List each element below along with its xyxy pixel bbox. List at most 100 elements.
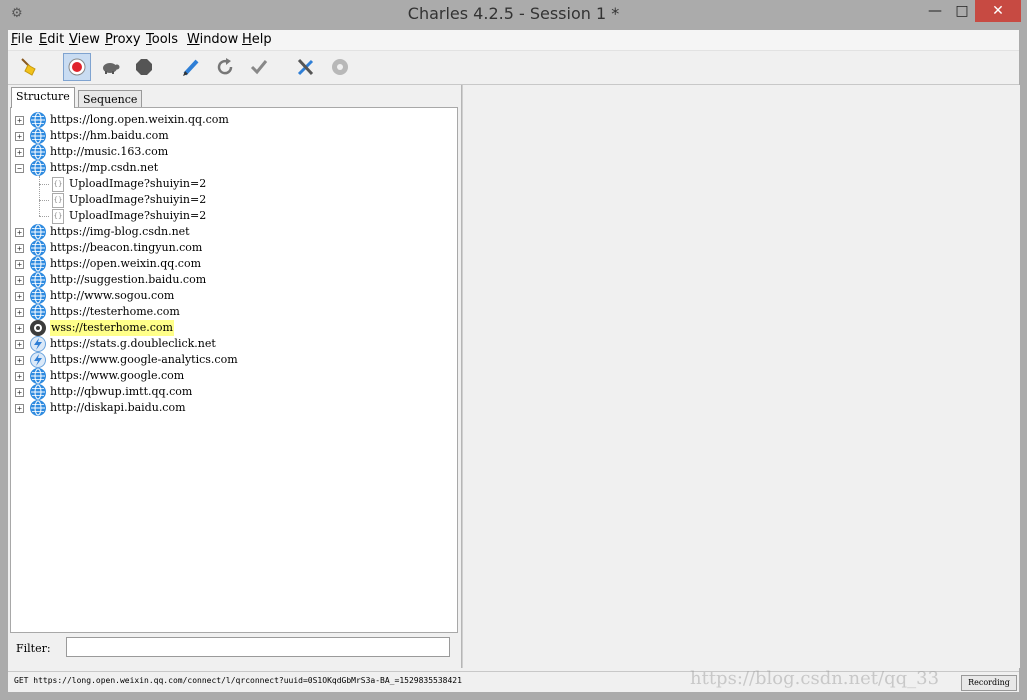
host-label: https://beacon.tingyun.com (50, 241, 203, 254)
expand-toggle-icon[interactable]: + (15, 324, 24, 333)
collapse-toggle-icon[interactable]: − (15, 164, 24, 173)
watermark: https://blog.csdn.net/qq_33 (690, 668, 940, 689)
menu-help[interactable]: Help (242, 32, 272, 47)
host-label: http://music.163.com (50, 145, 169, 158)
host-label: wss://testerhome.com (50, 320, 174, 336)
filter-label: Filter: (16, 642, 51, 655)
record-icon (68, 58, 86, 76)
host-label: https://www.google-analytics.com (50, 353, 238, 366)
menu-view[interactable]: View (69, 32, 100, 47)
tools-button[interactable] (293, 54, 319, 80)
tab-sequence[interactable]: Sequence (78, 90, 143, 108)
settings-button[interactable] (327, 54, 353, 80)
compose-button[interactable] (178, 54, 204, 80)
app-window: File Edit View Proxy Tools Window Help S… (8, 30, 1020, 692)
globe-icon (30, 272, 46, 288)
globe-icon (30, 384, 46, 400)
recording-status-button[interactable]: Recording (961, 675, 1017, 691)
host-row[interactable]: + http://music.163.com (11, 144, 451, 160)
record-button[interactable] (63, 53, 91, 81)
lightning-icon (30, 352, 46, 368)
request-row[interactable]: {} UploadImage?shuiyin=2 (11, 176, 451, 192)
tab-structure[interactable]: Structure (11, 87, 75, 108)
validate-button[interactable] (246, 54, 272, 80)
host-label: https://stats.g.doubleclick.net (50, 337, 216, 350)
globe-icon (30, 144, 46, 160)
close-button[interactable]: ✕ (975, 0, 1021, 22)
menu-file[interactable]: File (11, 32, 33, 47)
tree-connector (39, 200, 49, 201)
host-row[interactable]: + http://suggestion.baidu.com (11, 272, 451, 288)
clear-session-button[interactable] (16, 54, 42, 80)
expand-toggle-icon[interactable]: + (15, 388, 24, 397)
expand-toggle-icon[interactable]: + (15, 340, 24, 349)
validate-check-icon (250, 60, 268, 75)
expand-toggle-icon[interactable]: + (15, 308, 24, 317)
host-row[interactable]: + https://long.open.weixin.qq.com (11, 112, 451, 128)
expand-toggle-icon[interactable]: + (15, 132, 24, 141)
host-row[interactable]: + http://diskapi.baidu.com (11, 400, 451, 416)
throttle-button[interactable] (97, 54, 123, 80)
host-row[interactable]: + wss://testerhome.com (11, 320, 451, 336)
request-row[interactable]: {} UploadImage?shuiyin=2 (11, 208, 451, 224)
host-label: https://testerhome.com (50, 305, 180, 318)
host-row[interactable]: + https://beacon.tingyun.com (11, 240, 451, 256)
repeat-button[interactable] (212, 54, 238, 80)
title-bar: ⚙ Charles 4.2.5 - Session 1 * — □ ✕ (0, 0, 1027, 30)
expand-toggle-icon[interactable]: + (15, 116, 24, 125)
expand-toggle-icon[interactable]: + (15, 148, 24, 157)
expand-toggle-icon[interactable]: + (15, 356, 24, 365)
tools-icon (297, 58, 314, 76)
expand-toggle-icon[interactable]: + (15, 228, 24, 237)
menu-window[interactable]: Window (187, 32, 238, 47)
document-icon: {} (52, 209, 64, 224)
menu-edit[interactable]: Edit (39, 32, 64, 47)
expand-toggle-icon[interactable]: + (15, 276, 24, 285)
expand-toggle-icon[interactable]: + (15, 372, 24, 381)
host-row[interactable]: − https://mp.csdn.net (11, 160, 451, 176)
status-request-text: GET https://long.open.weixin.qq.com/conn… (14, 676, 462, 685)
document-icon: {} (52, 177, 64, 192)
tree-connector (39, 176, 40, 216)
host-row[interactable]: + https://open.weixin.qq.com (11, 256, 451, 272)
host-row[interactable]: + https://img-blog.csdn.net (11, 224, 451, 240)
menu-proxy[interactable]: Proxy (105, 32, 141, 47)
websocket-icon (30, 320, 46, 336)
host-label: http://suggestion.baidu.com (50, 273, 207, 286)
host-row[interactable]: + http://qbwup.imtt.qq.com (11, 384, 451, 400)
breakpoints-button[interactable] (131, 54, 157, 80)
host-row[interactable]: + https://hm.baidu.com (11, 128, 451, 144)
host-label: http://diskapi.baidu.com (50, 401, 186, 414)
host-label: https://open.weixin.qq.com (50, 257, 202, 270)
request-row[interactable]: {} UploadImage?shuiyin=2 (11, 192, 451, 208)
compose-pen-icon (183, 59, 199, 76)
menu-bar: File Edit View Proxy Tools Window Help (8, 30, 1019, 51)
expand-toggle-icon[interactable]: + (15, 244, 24, 253)
globe-icon (30, 240, 46, 256)
globe-icon (30, 224, 46, 240)
minimize-button[interactable]: — (920, 0, 950, 22)
expand-toggle-icon[interactable]: + (15, 292, 24, 301)
breakpoint-stop-icon (136, 59, 152, 75)
menu-tools[interactable]: Tools (146, 32, 178, 47)
throttle-turtle-icon (103, 63, 120, 74)
lightning-icon (30, 336, 46, 352)
host-row[interactable]: + http://www.sogou.com (11, 288, 451, 304)
expand-toggle-icon[interactable]: + (15, 260, 24, 269)
host-label: https://img-blog.csdn.net (50, 225, 190, 238)
expand-toggle-icon[interactable]: + (15, 404, 24, 413)
detail-pane (462, 85, 1020, 668)
host-row[interactable]: + https://www.google-analytics.com (11, 352, 451, 368)
host-label: https://hm.baidu.com (50, 129, 169, 142)
filter-input[interactable] (66, 637, 450, 657)
host-label: http://www.sogou.com (50, 289, 175, 302)
host-row[interactable]: + https://testerhome.com (11, 304, 451, 320)
host-row[interactable]: + https://stats.g.doubleclick.net (11, 336, 451, 352)
settings-gear-icon (332, 59, 348, 75)
globe-icon (30, 160, 46, 176)
host-row[interactable]: + https://www.google.com (11, 368, 451, 384)
tree-connector (39, 216, 49, 217)
maximize-button[interactable]: □ (948, 0, 976, 22)
host-label: http://qbwup.imtt.qq.com (50, 385, 193, 398)
globe-icon (30, 256, 46, 272)
